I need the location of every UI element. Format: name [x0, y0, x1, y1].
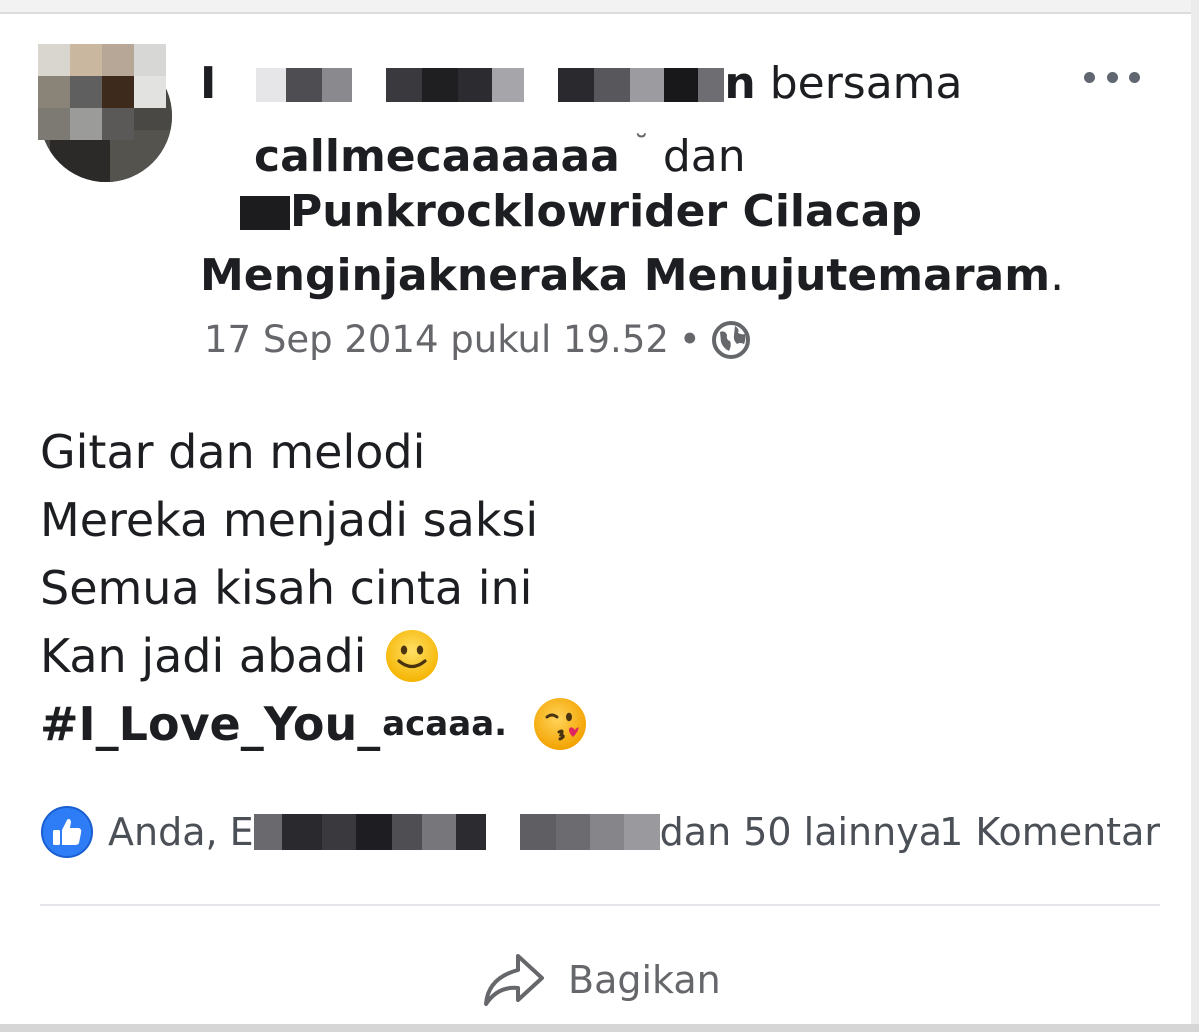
- reactions-names-redaction: [253, 814, 660, 850]
- header-line-1: I n bersama: [200, 52, 1060, 116]
- face-blowing-kiss-emoji: [534, 698, 587, 750]
- header-line-4: Menginjakneraka Menujutemaram.: [200, 244, 1064, 308]
- avatar-redaction: [38, 44, 166, 140]
- post-line: Mereka menjadi saksi: [40, 493, 539, 547]
- top-edge: [0, 0, 1199, 14]
- author-name-end[interactable]: n: [724, 58, 755, 109]
- tagged-user-1[interactable]: callmecaaaaaa: [254, 131, 620, 182]
- post-header: I n bersama callmecaaaaaa ˘ dan Punkrock…: [200, 52, 1064, 308]
- divider: [40, 904, 1160, 906]
- meta-separator: •: [678, 318, 701, 361]
- comments-count-label: 1 Komentar: [939, 810, 1160, 854]
- post-timestamp[interactable]: 17 Sep 2014 pukul 19.52: [204, 318, 669, 361]
- slightly-smiling-face-emoji: [386, 630, 439, 682]
- share-label: Bagikan: [568, 958, 721, 1002]
- reactions-names-start[interactable]: Anda, E: [108, 810, 254, 854]
- header-line-2: callmecaaaaaa ˘ dan: [200, 116, 1060, 182]
- share-icon: [484, 954, 544, 1006]
- location-name[interactable]: Menginjakneraka Menujutemaram: [200, 250, 1050, 301]
- tag-redaction-1: [200, 141, 240, 175]
- hashtag-line: #I_Love_You_ acaaa.: [40, 690, 940, 758]
- more-options-icon[interactable]: [1084, 66, 1140, 88]
- reactions-row: Anda, E dan 50 lainnya 1 Komentar: [40, 800, 1160, 864]
- comments-count[interactable]: 1 Komentar: [939, 800, 1160, 864]
- post-meta: 17 Sep 2014 pukul 19.52 •: [204, 318, 751, 361]
- author-name-start[interactable]: I: [200, 58, 216, 109]
- redaction-mark: ˘: [633, 130, 649, 165]
- bottom-edge: [0, 1024, 1199, 1032]
- with-word: bersama: [769, 58, 963, 109]
- right-edge: [1191, 0, 1199, 1032]
- header-line-3: Punkrocklowrider Cilacap: [200, 180, 1060, 244]
- like-icon[interactable]: [40, 805, 94, 859]
- hashtag-end[interactable]: acaaa.: [382, 690, 508, 758]
- share-button[interactable]: Bagikan: [480, 948, 721, 1012]
- author-name-redaction: [230, 68, 725, 102]
- post-line: Semua kisah cinta ini: [40, 561, 533, 615]
- hashtag[interactable]: #I_Love_You_: [40, 690, 380, 758]
- post-body: Gitar dan melodi Mereka menjadi saksi Se…: [40, 418, 940, 758]
- tagged-user-2[interactable]: Punkrocklowrider Cilacap: [290, 186, 922, 237]
- header-period: .: [1050, 250, 1065, 301]
- post-line-with-emoji: Kan jadi abadi: [40, 622, 940, 690]
- tag-redaction-2: [200, 196, 290, 230]
- post-line: Gitar dan melodi: [40, 425, 426, 479]
- reactions-others[interactable]: dan 50 lainnya: [660, 810, 942, 854]
- and-word: dan: [662, 131, 746, 182]
- post-line-text: Kan jadi abadi: [40, 629, 367, 683]
- globe-icon: [711, 320, 750, 359]
